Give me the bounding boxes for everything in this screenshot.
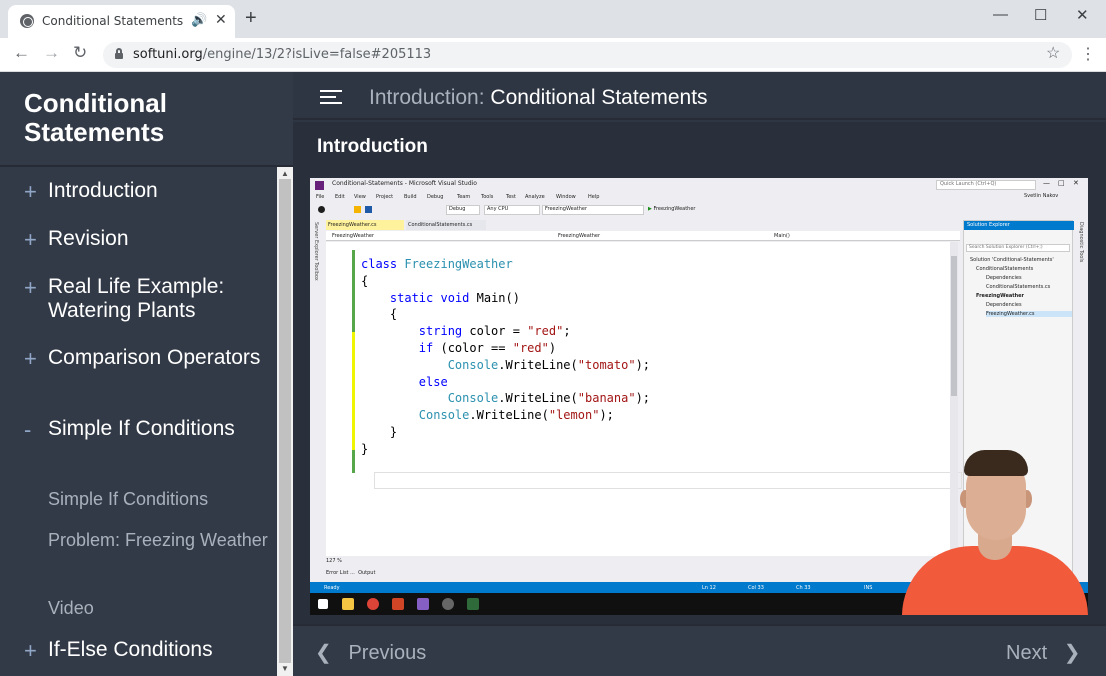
vs-startup-dropdown: FreezingWeather: [542, 205, 644, 215]
explorer-icon: [342, 598, 354, 610]
vs-back-icon: [318, 206, 325, 213]
code-line: Console.WriteLine("banana");: [447, 391, 651, 406]
minimize-icon[interactable]: —: [993, 6, 1008, 23]
vs-maximize-icon: □: [1058, 179, 1065, 187]
powerpoint-icon: [392, 598, 404, 610]
vs-output-tabs: Error List ... Output: [326, 570, 376, 576]
vs-zoom-level: 127 %: [326, 558, 958, 566]
scroll-up-icon[interactable]: ▲: [281, 169, 289, 178]
sidebar-scrollbar[interactable]: ▲ ▼: [277, 167, 293, 676]
lock-icon[interactable]: [115, 48, 123, 59]
code-line: }: [361, 424, 398, 439]
code-block: class FreezingWeather { static void Main(…: [361, 256, 650, 458]
previous-button[interactable]: ❮ Previous: [315, 640, 426, 665]
next-button[interactable]: Next ❯: [1006, 640, 1081, 665]
forward-icon[interactable]: →: [43, 43, 60, 63]
lesson-topbar: Introduction: Conditional Statements: [293, 72, 1106, 120]
code-line: {: [361, 307, 398, 322]
sub-item-simple-if-conditions[interactable]: Simple If Conditions: [48, 487, 268, 511]
expand-icon: +: [24, 179, 37, 204]
vs-navigation-bar: FreezingWeather FreezingWeather Main(): [326, 231, 960, 241]
sub-item-video[interactable]: Video: [48, 596, 268, 620]
vs-menu-bar: File Edit View Project Build Debug Team …: [316, 194, 600, 200]
course-title: Conditional Statements: [24, 88, 167, 147]
app-icon: [467, 598, 479, 610]
section-title: Introduction: [317, 136, 428, 157]
scroll-down-icon[interactable]: ▼: [281, 664, 289, 673]
expand-icon: +: [24, 346, 37, 371]
sub-item-problem-freezing-weather[interactable]: Problem: Freezing Weather: [48, 528, 268, 552]
vs-platform-dropdown: Any CPU: [484, 205, 540, 215]
vs-title-bar: Conditional-Statements - Microsoft Visua…: [310, 178, 1088, 192]
current-line-highlight: [374, 472, 962, 489]
bookmark-star-icon[interactable]: ☆: [1046, 43, 1060, 63]
code-line: else: [418, 374, 448, 389]
collapse-icon: -: [24, 417, 32, 442]
nav-item-label: Introduction: [48, 179, 158, 202]
code-line: string color = "red";: [418, 324, 571, 339]
code-line: {: [361, 273, 369, 288]
nav-item-label: Simple If Conditions: [48, 417, 235, 440]
nav-item-label: Real Life Example: Watering Plants: [48, 275, 225, 322]
expand-icon: +: [24, 638, 37, 663]
vs-minimize-icon: —: [1043, 179, 1050, 187]
vs-toolbar: Debug Any CPU FreezingWeather ▶ Freezing…: [310, 203, 1088, 217]
nav-item-label: Revision: [48, 227, 129, 250]
vs-close-icon: ✕: [1073, 179, 1079, 187]
code-line: class FreezingWeather: [361, 257, 513, 271]
back-icon[interactable]: ←: [13, 43, 30, 63]
video-player[interactable]: Conditional-Statements - Microsoft Visua…: [310, 178, 1088, 615]
vs-left-tool-strip: Server Explorer Toolbox: [310, 218, 324, 576]
vs-solution-header: Solution Explorer: [964, 221, 1074, 230]
tab-title: Conditional Statements: [42, 14, 184, 28]
code-line: }: [361, 441, 369, 456]
hamburger-icon[interactable]: [320, 90, 342, 104]
vs-code-editor: class FreezingWeather { static void Main(…: [326, 242, 962, 556]
vs-doc-tab-active: FreezingWeather.cs: [326, 220, 404, 230]
vs-user: Svetlin Nakov: [1024, 193, 1059, 199]
nav-item-label: Comparison Operators: [48, 346, 261, 369]
vs-title: Conditional-Statements - Microsoft Visua…: [332, 180, 477, 187]
menu-kebab-icon[interactable]: ⋮: [1080, 44, 1096, 64]
vs-config-dropdown: Debug: [446, 205, 480, 215]
lesson-header: Introduction: Conditional Statements: [369, 86, 708, 109]
code-line: static void Main(): [389, 290, 520, 305]
lesson-footer: ❮ Previous Next ❯: [293, 624, 1106, 676]
new-tab-button[interactable]: +: [245, 7, 257, 30]
vs-run-button: ▶ FreezingWeather: [648, 206, 696, 212]
chrome-icon: [367, 598, 379, 610]
url-text: softuni.org/engine/13/2?isLive=false#205…: [133, 47, 432, 62]
browser-tab-bar: Conditional Statements 🔊 ✕ + — ☐ ✕: [0, 0, 1106, 38]
close-tab-icon[interactable]: ✕: [215, 11, 227, 28]
change-marker: [352, 332, 355, 450]
vs-open-icon: [354, 206, 361, 213]
address-bar[interactable]: softuni.org/engine/13/2?isLive=false#205…: [103, 42, 1072, 68]
visual-studio-icon: [417, 598, 429, 610]
browser-tab[interactable]: Conditional Statements 🔊 ✕: [8, 5, 235, 38]
windows-start-icon: [318, 599, 328, 609]
presenter-webcam: [894, 450, 1088, 615]
vs-document-tabs: FreezingWeather.cs ConditionalStatements…: [326, 220, 956, 230]
scroll-thumb[interactable]: [279, 179, 291, 663]
vs-doc-tab: ConditionalStatements.cs: [406, 220, 486, 230]
clock-app-icon: [442, 598, 454, 610]
globe-icon: [20, 14, 34, 28]
sidebar: Conditional Statements + Introduction + …: [0, 72, 293, 676]
expand-icon: +: [24, 227, 37, 252]
vs-logo-icon: [315, 181, 324, 190]
speaker-icon[interactable]: 🔊: [191, 12, 207, 28]
reload-icon[interactable]: ↻: [73, 43, 87, 63]
maximize-icon[interactable]: ☐: [1034, 6, 1047, 24]
nav-item-label: If-Else Conditions: [48, 638, 213, 661]
vs-solution-search: Search Solution Explorer (Ctrl+;): [966, 244, 1070, 252]
expand-icon: +: [24, 275, 37, 300]
close-window-icon[interactable]: ✕: [1076, 6, 1089, 24]
vs-save-icon: [365, 206, 372, 213]
code-line: Console.WriteLine("tomato");: [447, 357, 651, 372]
code-line: Console.WriteLine("lemon");: [418, 408, 614, 423]
vs-quick-launch: Quick Launch (Ctrl+Q): [936, 180, 1036, 190]
browser-toolbar: ← → ↻ softuni.org/engine/13/2?isLive=fal…: [0, 38, 1106, 72]
code-line: if (color == "red"): [418, 340, 557, 355]
lesson-nav: + Introduction + Revision + Real Life Ex…: [0, 167, 277, 676]
